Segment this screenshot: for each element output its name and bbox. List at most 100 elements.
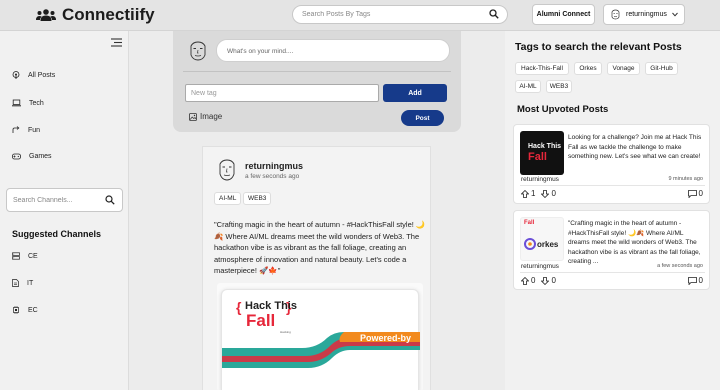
channel-label: CE: [28, 252, 38, 260]
channel-search-input[interactable]: [7, 189, 97, 211]
upvoted-post-card[interactable]: Hack This Fall Looking for a challenge? …: [513, 124, 710, 204]
avatar-icon: [611, 9, 620, 20]
sidebar-item-tech[interactable]: Tech: [12, 99, 44, 107]
sidebar-item-label: All Posts: [28, 71, 56, 79]
image-icon: [189, 112, 197, 121]
downvote-count: 0: [551, 276, 556, 285]
avatar-icon: [190, 41, 206, 61]
new-tag-input[interactable]: [186, 85, 376, 101]
tag-chip-hack-this-fall[interactable]: Hack-This-Fall: [515, 62, 569, 75]
tag-chip-orkes[interactable]: Orkes: [574, 62, 602, 75]
divider: [520, 185, 705, 186]
upvote-button[interactable]: 1: [521, 189, 535, 198]
channel-item-it[interactable]: IT: [12, 279, 33, 287]
post-image[interactable]: { } Hack This Fall Hacking Powered-by: [217, 283, 423, 390]
arrow-down-icon: [541, 189, 550, 198]
username-label: returningmus: [626, 11, 667, 18]
podcast-icon: [12, 71, 20, 79]
upvoted-post-text: Looking for a challenge? Join me at Hack…: [568, 134, 702, 160]
channel-search: [6, 188, 123, 212]
downvote-button[interactable]: 0: [541, 276, 556, 285]
upvote-count: 0: [531, 276, 536, 285]
downvote-count: 0: [551, 189, 556, 198]
share-icon: [12, 126, 20, 133]
tag-chip-web3[interactable]: WEB3: [546, 80, 572, 93]
sidebar-item-fun[interactable]: Fun: [12, 126, 40, 134]
thumb-title-line1: Hack This: [528, 143, 562, 150]
banner-powered-by: Powered-by: [360, 333, 412, 343]
avatar-icon[interactable]: [216, 158, 238, 182]
svg-text:{: {: [236, 299, 242, 315]
laptop-icon: [12, 99, 21, 107]
comment-icon: [687, 189, 697, 198]
orkes-logo-icon: [524, 238, 536, 250]
post-card: returningmus a few seconds ago AI-ML WEB…: [202, 146, 431, 390]
vote-controls: 1 0: [521, 189, 556, 198]
thumb-title-line2: Fall: [528, 151, 547, 163]
hamburger-menu-icon[interactable]: [111, 38, 122, 47]
post-thumbnail: Fall orkes: [520, 217, 564, 261]
upvoted-post-author[interactable]: returningmus: [521, 176, 559, 183]
search-icon[interactable]: [489, 9, 499, 19]
post-search-input[interactable]: [293, 6, 473, 23]
channel-label: EC: [28, 306, 38, 314]
upvoted-post-card[interactable]: Fall orkes "Crafting magic in the heart …: [513, 210, 710, 290]
comments-button[interactable]: 0: [687, 189, 703, 198]
search-icon[interactable]: [105, 195, 115, 205]
tags-section-title: Tags to search the relevant Posts: [515, 41, 682, 53]
post-timestamp: a few seconds ago: [245, 173, 300, 180]
channel-label: IT: [27, 279, 34, 287]
server-icon: [12, 252, 20, 260]
arrow-up-icon: [521, 276, 529, 285]
banner-small-text: Hacking: [280, 330, 291, 334]
comment-count: 0: [698, 276, 703, 285]
tag-chip-ai-ml[interactable]: AI-ML: [515, 80, 541, 93]
channel-item-ec[interactable]: EC: [12, 306, 38, 314]
sidebar-item-games[interactable]: Games: [12, 153, 52, 160]
post-author[interactable]: returningmus: [245, 161, 303, 171]
channel-item-ce[interactable]: CE: [12, 252, 38, 260]
comment-icon: [687, 276, 697, 285]
add-tag-button[interactable]: Add: [383, 84, 447, 102]
image-label: Image: [200, 112, 223, 121]
post-tag-chip[interactable]: WEB3: [243, 192, 272, 205]
suggested-channels-title: Suggested Channels: [12, 229, 102, 239]
comment-count: 0: [698, 189, 703, 198]
post-tag-chip[interactable]: AI-ML: [214, 192, 242, 205]
thumb-badge: Fall: [524, 220, 535, 226]
banner-title-line2: Fall: [246, 311, 276, 330]
divider: [520, 272, 705, 273]
tag-chip-git-hub[interactable]: Git-Hub: [645, 62, 678, 75]
gamepad-icon: [12, 153, 21, 160]
divider: [183, 71, 451, 72]
chip-icon: [13, 306, 19, 314]
attach-image-button[interactable]: Image: [189, 112, 222, 121]
alumni-connect-button[interactable]: Alumni Connect: [532, 4, 595, 25]
comments-button[interactable]: 0: [687, 276, 703, 285]
upvoted-post-text: "Crafting magic in the heart of autumn -…: [568, 220, 701, 265]
sidebar-item-label: Fun: [28, 126, 41, 134]
upvoted-post-time: 9 minutes ago: [668, 176, 703, 182]
sidebar-item-label: Games: [29, 153, 52, 160]
upvote-count: 1: [531, 189, 536, 198]
thumb-logo-text: orkes: [537, 240, 559, 249]
tag-chip-vonage[interactable]: Vonage: [607, 62, 640, 75]
top-bar: Connectiify Alumni Connect returningmus: [0, 0, 720, 31]
upvote-button[interactable]: 0: [521, 276, 535, 285]
whats-on-your-mind-input[interactable]: What's on your mind....: [216, 39, 450, 62]
user-menu-button[interactable]: returningmus: [603, 4, 685, 25]
app-logo[interactable]: Connectiify: [36, 5, 155, 25]
downvote-button[interactable]: 0: [541, 189, 556, 198]
chevron-down-icon: [671, 12, 678, 17]
left-sidebar: All Posts Tech Fun Games Suggested Chann…: [0, 31, 129, 390]
post-body: "Crafting magic in the heart of autumn -…: [214, 220, 426, 275]
most-upvoted-title: Most Upvoted Posts: [517, 104, 609, 115]
post-search: [292, 5, 508, 24]
upvoted-post-time: a few seconds ago: [657, 263, 703, 269]
hackthisfall-banner: { } Hack This Fall Hacking Powered-by: [221, 289, 420, 390]
post-button[interactable]: Post: [401, 110, 444, 126]
upvoted-post-author[interactable]: returningmus: [521, 263, 559, 270]
users-icon: [36, 9, 56, 21]
sidebar-item-all-posts[interactable]: All Posts: [12, 71, 55, 79]
file-code-icon: [12, 279, 19, 287]
